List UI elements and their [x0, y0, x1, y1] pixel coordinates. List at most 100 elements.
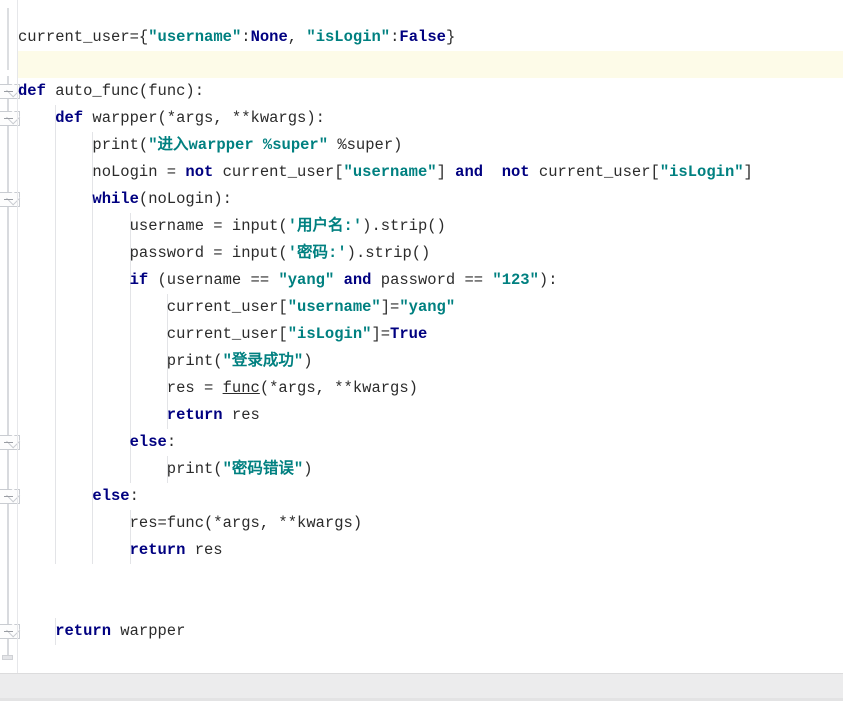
code-line-text: def warpper(*args, **kwargs): [18, 105, 325, 132]
token-plain: } [445, 28, 456, 46]
code-editor-scroll-area[interactable]: current_user={″username″:None, ″isLogin″… [0, 0, 843, 673]
token-lit: True [390, 325, 428, 343]
code-line[interactable]: return warpper [18, 618, 843, 645]
token-plain: current_user[ [213, 163, 344, 181]
token-kw: and [455, 163, 484, 181]
token-str: ″username″ [287, 298, 381, 316]
code-line[interactable]: noLogin = not current_user[″username″] a… [18, 159, 843, 186]
token-str: '密码:' [287, 244, 347, 262]
code-line-text: if (username == ″yang″ and password == ″… [18, 267, 558, 294]
token-plain: (username == [148, 271, 279, 289]
token-kw: not [185, 163, 214, 181]
token-str: ″username″ [343, 163, 437, 181]
code-line[interactable]: if (username == ″yang″ and password == ″… [18, 267, 843, 294]
token-fnlink[interactable]: func [223, 379, 260, 397]
token-plain: ] [436, 163, 456, 181]
token-str: ″isLogin″ [306, 28, 391, 46]
code-line-text: current_user[″isLogin″]=True [18, 321, 427, 348]
code-line[interactable]: print(″进入warpper %super″ %super) [18, 132, 843, 159]
token-str: '用户名:' [287, 217, 363, 235]
token-kw: return [129, 541, 186, 559]
token-plain: : [129, 487, 139, 505]
token-str: ″密码错误″ [222, 460, 304, 478]
code-line[interactable]: else: [18, 483, 843, 510]
token-plain: print( [166, 460, 223, 478]
token-kw: def [18, 82, 46, 100]
token-kw: while [92, 190, 139, 208]
code-line[interactable]: password = input('密码:').strip() [18, 240, 843, 267]
token-plain: ).strip() [346, 244, 431, 262]
token-str: ″isLogin″ [659, 163, 744, 181]
token-lit: False [399, 28, 446, 46]
code-editor-window: current_user={″username″:None, ″isLogin″… [0, 0, 843, 701]
token-plain: current_user={ [18, 28, 149, 46]
token-kw: return [166, 406, 223, 424]
token-plain: current_user[ [529, 163, 660, 181]
code-line[interactable]: def warpper(*args, **kwargs): [18, 105, 843, 132]
editor-gutter[interactable] [0, 0, 20, 673]
code-line[interactable]: current_user[″isLogin″]=True [18, 321, 843, 348]
code-line[interactable]: return res [18, 402, 843, 429]
code-line[interactable]: username = input('用户名:').strip() [18, 213, 843, 240]
token-plain: res [185, 541, 223, 559]
code-line-text: noLogin = not current_user[″username″] a… [18, 159, 753, 186]
token-plain: res = [166, 379, 223, 397]
code-line[interactable]: print(″密码错误″) [18, 456, 843, 483]
code-line-text: print(″进入warpper %super″ %super) [18, 132, 402, 159]
code-content[interactable]: current_user={″username″:None, ″isLogin″… [18, 0, 843, 673]
code-line-text: password = input('密码:').strip() [18, 240, 431, 267]
code-line[interactable]: def auto_func(func): [18, 78, 843, 105]
token-plain: ): [538, 271, 558, 289]
code-line[interactable]: return res [18, 537, 843, 564]
code-line[interactable]: current_user[″username″]=″yang″ [18, 294, 843, 321]
token-plain: %super) [328, 136, 403, 154]
token-kw: else [92, 487, 130, 505]
token-plain: noLogin = [92, 163, 186, 181]
token-str: ″isLogin″ [287, 325, 372, 343]
code-line-text: print(″登录成功″) [18, 348, 313, 375]
token-plain: res [222, 406, 260, 424]
token-plain: current_user[ [166, 325, 288, 343]
token-kw: if [129, 271, 149, 289]
code-line-text: else: [18, 483, 139, 510]
token-kw: return [55, 622, 111, 640]
code-line[interactable] [18, 564, 843, 591]
code-line-text: res = func(*args, **kwargs) [18, 375, 418, 402]
token-plain: (noLogin): [138, 190, 232, 208]
token-plain: print( [92, 136, 149, 154]
status-bar [0, 673, 843, 701]
token-plain: ) [303, 352, 313, 370]
token-plain: password = input( [129, 244, 288, 262]
token-str: ″登录成功″ [222, 352, 304, 370]
token-plain: auto_func(func): [45, 82, 205, 100]
code-line[interactable] [18, 591, 843, 618]
token-plain: ] [743, 163, 753, 181]
code-line-text: else: [18, 429, 177, 456]
code-line-text: while(noLogin): [18, 186, 232, 213]
token-str: ″yang″ [399, 298, 456, 316]
token-plain: ).strip() [362, 217, 446, 235]
token-plain: , [287, 28, 307, 46]
code-line-text: res=func(*args, **kwargs) [18, 510, 363, 537]
code-line-text: print(″密码错误″) [18, 456, 313, 483]
code-line[interactable]: while(noLogin): [18, 186, 843, 213]
code-line[interactable]: print(″登录成功″) [18, 348, 843, 375]
code-line-text: return res [18, 537, 223, 564]
code-line[interactable]: current_user={″username″:None, ″isLogin″… [18, 24, 843, 51]
token-str: ″进入warpper %super″ [148, 136, 329, 154]
code-line[interactable]: res=func(*args, **kwargs) [18, 510, 843, 537]
token-plain: ]= [380, 298, 400, 316]
code-line[interactable]: else: [18, 429, 843, 456]
code-line[interactable]: res = func(*args, **kwargs) [18, 375, 843, 402]
token-plain: ) [303, 460, 313, 478]
code-line-text: username = input('用户名:').strip() [18, 213, 446, 240]
code-line[interactable] [18, 51, 843, 78]
token-kw: def [55, 109, 84, 127]
code-line-text: return res [18, 402, 260, 429]
token-plain: : [241, 28, 251, 46]
token-plain: ]= [371, 325, 391, 343]
token-plain: : [166, 433, 177, 451]
